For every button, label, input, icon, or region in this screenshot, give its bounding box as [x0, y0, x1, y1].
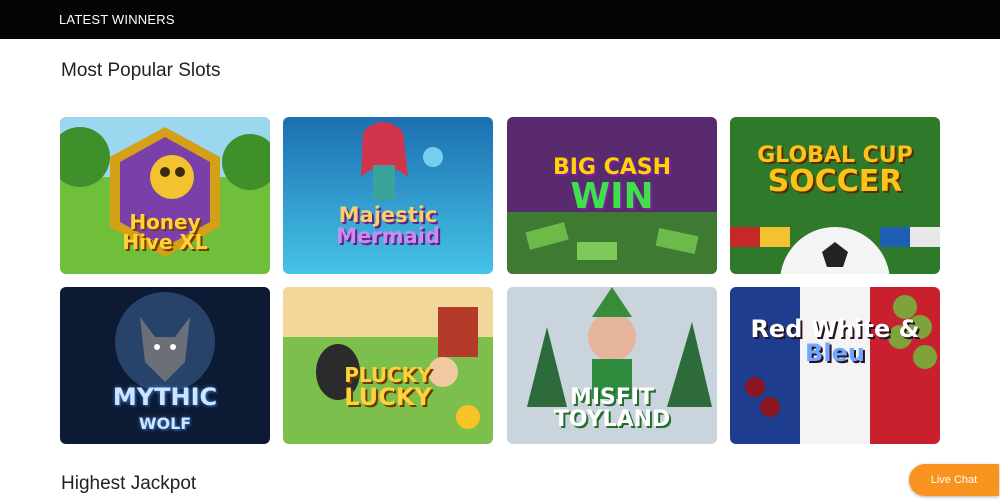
game-title: Red White & Bleu: [750, 315, 920, 367]
majestic-mermaid-art: [283, 117, 493, 274]
game-tile-honey-hive-xl[interactable]: Honey Hive XL: [60, 117, 270, 274]
game-tile-majestic-mermaid[interactable]: Majestic Mermaid: [283, 117, 493, 274]
top-bar: LATEST WINNERS: [0, 0, 1000, 39]
game-title: Majestic Mermaid: [336, 203, 440, 248]
game-tile-plucky-lucky[interactable]: PLUCKY LUCKY: [283, 287, 493, 444]
game-title: GLOBAL CUP SOCCER: [757, 143, 913, 199]
game-tile-big-cash-win[interactable]: BIG CASH WIN: [507, 117, 717, 274]
game-title: Honey Hive XL: [122, 210, 208, 254]
game-tile-red-white-bleu[interactable]: Red White & Bleu: [730, 287, 940, 444]
game-title: MYTHIC WOLF: [112, 383, 218, 433]
most-popular-slots-heading: Most Popular Slots: [61, 60, 221, 81]
game-tile-misfit-toyland[interactable]: MISFIT TOYLAND: [507, 287, 717, 444]
game-tile-mythic-wolf[interactable]: MYTHIC WOLF: [60, 287, 270, 444]
game-title: PLUCKY LUCKY: [344, 363, 432, 411]
latest-winners-title[interactable]: LATEST WINNERS: [59, 12, 175, 27]
game-title: BIG CASH WIN: [552, 155, 672, 217]
highest-jackpot-heading: Highest Jackpot: [61, 473, 197, 494]
live-chat-button[interactable]: Live Chat: [909, 464, 999, 496]
game-title: MISFIT TOYLAND: [553, 385, 671, 432]
game-tile-global-cup-soccer[interactable]: GLOBAL CUP SOCCER: [730, 117, 940, 274]
